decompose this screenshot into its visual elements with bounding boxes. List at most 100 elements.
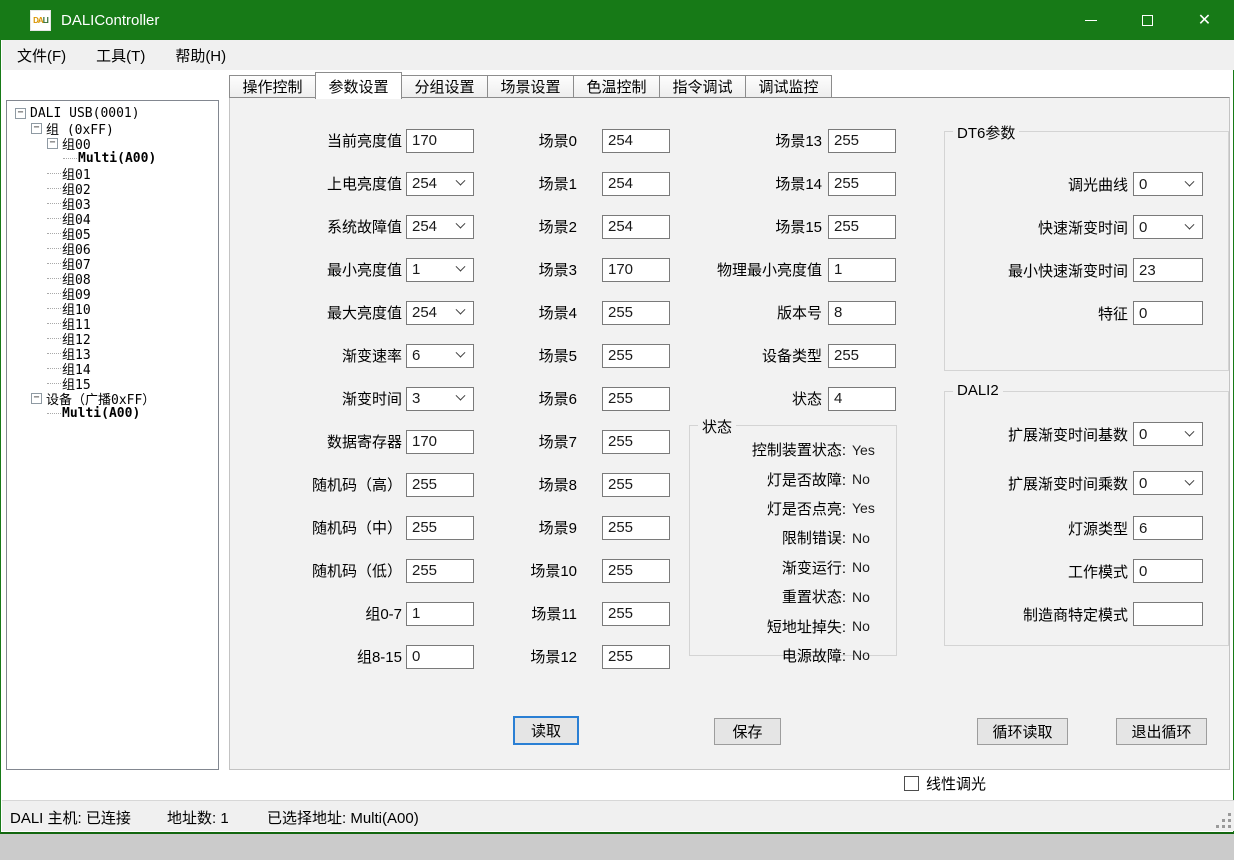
version-number-input[interactable] — [828, 301, 896, 325]
random-code-low-input[interactable] — [406, 559, 474, 583]
field-scene-11: 场景11 — [482, 592, 670, 635]
menu-tools[interactable]: 工具(T) — [81, 40, 160, 70]
group-8-15-input[interactable] — [406, 645, 474, 669]
tab-parameter-settings[interactable]: 参数设置 — [315, 72, 402, 99]
collapse-icon[interactable]: − — [47, 138, 58, 149]
loop-read-button[interactable]: 循环读取 — [977, 718, 1068, 745]
field-scene-2: 场景2 — [482, 205, 670, 248]
scene-2-input[interactable] — [602, 215, 670, 239]
fast-fade-time-combo[interactable]: 0 — [1133, 215, 1203, 239]
tree-item-multi-2[interactable]: Multi(A00) — [7, 406, 218, 421]
field-group-0-7: 组0-7 — [258, 592, 474, 635]
tab-command-debug[interactable]: 指令调试 — [659, 75, 746, 98]
save-button[interactable]: 保存 — [714, 718, 781, 745]
random-code-high-input[interactable] — [406, 473, 474, 497]
scene-6-input[interactable] — [602, 387, 670, 411]
field-status: 状态 — [702, 377, 896, 420]
menu-file[interactable]: 文件(F) — [2, 40, 81, 70]
tree-item-group06[interactable]: 组06 — [7, 241, 218, 256]
status-value: No — [852, 589, 870, 605]
physical-min-brightness-input[interactable] — [828, 258, 896, 282]
scene-11-input[interactable] — [602, 602, 670, 626]
group-0-7-input[interactable] — [406, 602, 474, 626]
tree-item-group12[interactable]: 组12 — [7, 331, 218, 346]
tree-item-group14[interactable]: 组14 — [7, 361, 218, 376]
collapse-icon[interactable]: − — [31, 393, 42, 404]
checkbox-label: 线性调光 — [926, 773, 986, 794]
scene-1-input[interactable] — [602, 172, 670, 196]
scene-5-input[interactable] — [602, 344, 670, 368]
device-type-input[interactable] — [828, 344, 896, 368]
chevron-down-icon — [456, 391, 466, 401]
light-source-type-input[interactable] — [1133, 516, 1203, 540]
tree-item-group03[interactable]: 组03 — [7, 196, 218, 211]
features-input[interactable] — [1133, 301, 1203, 325]
random-code-mid-input[interactable] — [406, 516, 474, 540]
power-on-brightness-combo[interactable]: 254 — [406, 172, 474, 196]
minimize-button[interactable] — [1062, 0, 1119, 40]
system-failure-combo[interactable]: 254 — [406, 215, 474, 239]
manufacturer-specific-mode-input[interactable] — [1133, 602, 1203, 626]
scene-3-input[interactable] — [602, 258, 670, 282]
max-brightness-combo[interactable]: 254 — [406, 301, 474, 325]
operating-mode-input[interactable] — [1133, 559, 1203, 583]
field-light-source-type: 灯源类型 — [945, 514, 1203, 542]
status-host-connection: DALI 主机: 已连接 — [10, 807, 131, 828]
data-register-input[interactable] — [406, 430, 474, 454]
tree-item-group08[interactable]: 组08 — [7, 271, 218, 286]
tree-item-group11[interactable]: 组11 — [7, 316, 218, 331]
scene-13-input[interactable] — [828, 129, 896, 153]
tree-item-multi[interactable]: Multi(A00) — [7, 151, 218, 166]
tree-item-group04[interactable]: 组04 — [7, 211, 218, 226]
chevron-down-icon — [456, 176, 466, 186]
collapse-icon[interactable]: − — [15, 108, 26, 119]
tree-item-group09[interactable]: 组09 — [7, 286, 218, 301]
tree-item-group13[interactable]: 组13 — [7, 346, 218, 361]
scene-12-input[interactable] — [602, 645, 670, 669]
menu-help[interactable]: 帮助(H) — [160, 40, 241, 70]
status-value: No — [852, 471, 870, 487]
tab-scene-settings[interactable]: 场景设置 — [487, 75, 574, 98]
tree-item-device-broadcast[interactable]: −设备（广播0xFF） — [7, 391, 218, 406]
tab-debug-monitor[interactable]: 调试监控 — [745, 75, 832, 98]
scene-7-input[interactable] — [602, 430, 670, 454]
tab-color-temp-control[interactable]: 色温控制 — [573, 75, 660, 98]
scene-10-input[interactable] — [602, 559, 670, 583]
fade-time-combo[interactable]: 3 — [406, 387, 474, 411]
tree-item-group-ff[interactable]: −组 (0xFF) — [7, 121, 218, 136]
tree-item-group10[interactable]: 组10 — [7, 301, 218, 316]
min-brightness-combo[interactable]: 1 — [406, 258, 474, 282]
tree-item-group07[interactable]: 组07 — [7, 256, 218, 271]
scene-0-input[interactable] — [602, 129, 670, 153]
scene-4-input[interactable] — [602, 301, 670, 325]
field-max-brightness: 最大亮度值254 — [258, 291, 474, 334]
maximize-button[interactable] — [1119, 0, 1176, 40]
tab-operation-control[interactable]: 操作控制 — [229, 75, 316, 98]
status-value: Yes — [852, 500, 875, 516]
read-button[interactable]: 读取 — [513, 716, 579, 745]
min-fast-fade-time-input[interactable] — [1133, 258, 1203, 282]
app-icon: DALI — [30, 10, 51, 31]
linear-dimming-checkbox[interactable]: 线性调光 — [904, 773, 986, 793]
status-input[interactable] — [828, 387, 896, 411]
scene-15-input[interactable] — [828, 215, 896, 239]
exit-loop-button[interactable]: 退出循环 — [1116, 718, 1207, 745]
tab-grouping-settings[interactable]: 分组设置 — [401, 75, 488, 98]
scene-14-input[interactable] — [828, 172, 896, 196]
tree-item-group01[interactable]: 组01 — [7, 166, 218, 181]
tree-item-group05[interactable]: 组05 — [7, 226, 218, 241]
device-tree[interactable]: −DALI USB(0001) −组 (0xFF) −组00 Multi(A00… — [6, 100, 219, 770]
current-brightness-input[interactable] — [406, 129, 474, 153]
ext-fade-time-multiplier-combo[interactable]: 0 — [1133, 471, 1203, 495]
tree-item-group00[interactable]: −组00 — [7, 136, 218, 151]
scene-8-input[interactable] — [602, 473, 670, 497]
close-button[interactable]: ✕ — [1176, 0, 1233, 40]
scene-9-input[interactable] — [602, 516, 670, 540]
ext-fade-time-base-combo[interactable]: 0 — [1133, 422, 1203, 446]
resize-grip[interactable] — [1228, 825, 1231, 828]
tree-item-group02[interactable]: 组02 — [7, 181, 218, 196]
checkbox-icon[interactable] — [904, 776, 919, 791]
collapse-icon[interactable]: − — [31, 123, 42, 134]
fade-rate-combo[interactable]: 6 — [406, 344, 474, 368]
dimming-curve-combo[interactable]: 0 — [1133, 172, 1203, 196]
